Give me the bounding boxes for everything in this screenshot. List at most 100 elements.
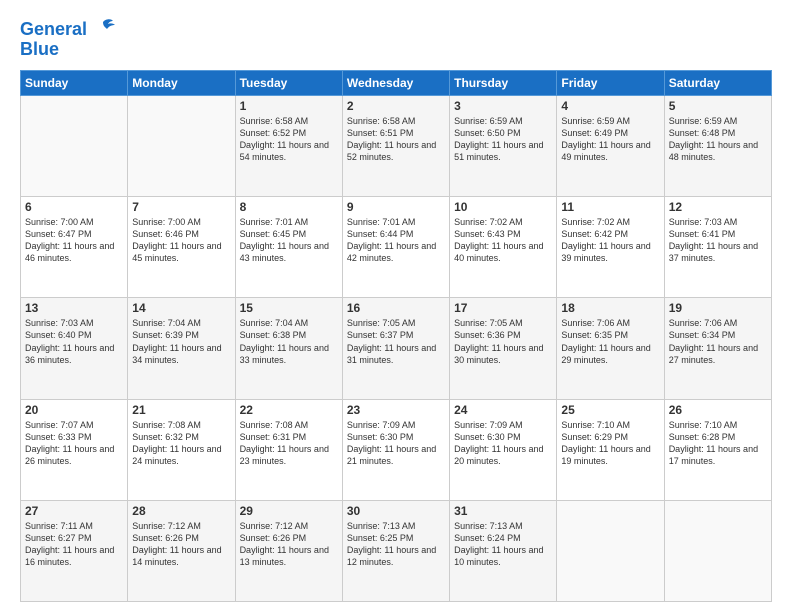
calendar-cell: 2 Sunrise: 6:58 AM Sunset: 6:51 PM Daylig… — [342, 95, 449, 196]
week-row-4: 20 Sunrise: 7:07 AM Sunset: 6:33 PM Dayli… — [21, 399, 772, 500]
calendar-header: SundayMondayTuesdayWednesdayThursdayFrid… — [21, 70, 772, 95]
day-info: Sunrise: 7:06 AM Sunset: 6:35 PM Dayligh… — [561, 317, 659, 366]
day-number: 20 — [25, 403, 123, 417]
day-number: 23 — [347, 403, 445, 417]
weekday-header-sunday: Sunday — [21, 70, 128, 95]
day-number: 4 — [561, 99, 659, 113]
page: General Blue SundayMondayTuesdayWednesda… — [0, 0, 792, 612]
calendar-cell: 14Sunrise: 7:04 AM Sunset: 6:39 PM Dayli… — [128, 298, 235, 399]
weekday-header-friday: Friday — [557, 70, 664, 95]
day-info: Sunrise: 7:02 AM Sunset: 6:42 PM Dayligh… — [561, 216, 659, 265]
calendar-cell: 25 Sunrise: 7:10 AM Sunset: 6:29 PM Dayli… — [557, 399, 664, 500]
day-info: Sunrise: 7:07 AM Sunset: 6:33 PM Dayligh… — [25, 419, 123, 468]
calendar-cell: 22Sunrise: 7:08 AM Sunset: 6:31 PM Dayli… — [235, 399, 342, 500]
calendar-cell: 19Sunrise: 7:06 AM Sunset: 6:34 PM Dayli… — [664, 298, 771, 399]
calendar-cell: 16Sunrise: 7:05 AM Sunset: 6:37 PM Dayli… — [342, 298, 449, 399]
day-number: 25 — [561, 403, 659, 417]
week-row-3: 13 Sunrise: 7:03 AM Sunset: 6:40 PM Dayli… — [21, 298, 772, 399]
week-row-2: 6 Sunrise: 7:00 AM Sunset: 6:47 PM Daylig… — [21, 197, 772, 298]
day-number: 21 — [132, 403, 230, 417]
calendar-cell: 6 Sunrise: 7:00 AM Sunset: 6:47 PM Daylig… — [21, 197, 128, 298]
logo-bird-icon — [89, 16, 117, 44]
weekday-header-wednesday: Wednesday — [342, 70, 449, 95]
day-info: Sunrise: 7:13 AM Sunset: 6:24 PM Dayligh… — [454, 520, 552, 569]
day-number: 10 — [454, 200, 552, 214]
calendar-cell: 15Sunrise: 7:04 AM Sunset: 6:38 PM Dayli… — [235, 298, 342, 399]
day-number: 7 — [132, 200, 230, 214]
day-info: Sunrise: 7:12 AM Sunset: 6:26 PM Dayligh… — [132, 520, 230, 569]
calendar-cell: 30 Sunrise: 7:13 AM Sunset: 6:25 PM Dayli… — [342, 500, 449, 601]
day-info: Sunrise: 7:05 AM Sunset: 6:36 PM Dayligh… — [454, 317, 552, 366]
day-info: Sunrise: 7:01 AM Sunset: 6:45 PM Dayligh… — [240, 216, 338, 265]
day-info: Sunrise: 7:00 AM Sunset: 6:46 PM Dayligh… — [132, 216, 230, 265]
day-info: Sunrise: 6:58 AM Sunset: 6:52 PM Dayligh… — [240, 115, 338, 164]
calendar-cell: 8 Sunrise: 7:01 AM Sunset: 6:45 PM Daylig… — [235, 197, 342, 298]
calendar-cell: 12Sunrise: 7:03 AM Sunset: 6:41 PM Dayli… — [664, 197, 771, 298]
calendar-cell: 28 Sunrise: 7:12 AM Sunset: 6:26 PM Dayli… — [128, 500, 235, 601]
header: General Blue — [20, 16, 772, 60]
weekday-header-saturday: Saturday — [664, 70, 771, 95]
calendar-cell: 18 Sunrise: 7:06 AM Sunset: 6:35 PM Dayli… — [557, 298, 664, 399]
day-number: 14 — [132, 301, 230, 315]
calendar-cell: 9Sunrise: 7:01 AM Sunset: 6:44 PM Daylig… — [342, 197, 449, 298]
calendar-cell: 24Sunrise: 7:09 AM Sunset: 6:30 PM Dayli… — [450, 399, 557, 500]
day-info: Sunrise: 6:59 AM Sunset: 6:48 PM Dayligh… — [669, 115, 767, 164]
day-number: 28 — [132, 504, 230, 518]
calendar-cell: 4 Sunrise: 6:59 AM Sunset: 6:49 PM Daylig… — [557, 95, 664, 196]
weekday-header-monday: Monday — [128, 70, 235, 95]
day-number: 9 — [347, 200, 445, 214]
week-row-5: 27 Sunrise: 7:11 AM Sunset: 6:27 PM Dayli… — [21, 500, 772, 601]
day-info: Sunrise: 7:06 AM Sunset: 6:34 PM Dayligh… — [669, 317, 767, 366]
day-number: 11 — [561, 200, 659, 214]
day-info: Sunrise: 7:03 AM Sunset: 6:40 PM Dayligh… — [25, 317, 123, 366]
calendar-cell — [21, 95, 128, 196]
calendar-cell: 5 Sunrise: 6:59 AM Sunset: 6:48 PM Daylig… — [664, 95, 771, 196]
day-info: Sunrise: 7:05 AM Sunset: 6:37 PM Dayligh… — [347, 317, 445, 366]
day-number: 24 — [454, 403, 552, 417]
calendar-cell — [128, 95, 235, 196]
calendar-cell: 17 Sunrise: 7:05 AM Sunset: 6:36 PM Dayli… — [450, 298, 557, 399]
day-info: Sunrise: 6:58 AM Sunset: 6:51 PM Dayligh… — [347, 115, 445, 164]
day-info: Sunrise: 7:12 AM Sunset: 6:26 PM Dayligh… — [240, 520, 338, 569]
calendar-cell: 27 Sunrise: 7:11 AM Sunset: 6:27 PM Dayli… — [21, 500, 128, 601]
day-number: 8 — [240, 200, 338, 214]
day-number: 29 — [240, 504, 338, 518]
calendar-cell: 7 Sunrise: 7:00 AM Sunset: 6:46 PM Daylig… — [128, 197, 235, 298]
calendar-body: 1 Sunrise: 6:58 AM Sunset: 6:52 PM Daylig… — [21, 95, 772, 601]
day-number: 1 — [240, 99, 338, 113]
calendar-cell — [664, 500, 771, 601]
day-number: 30 — [347, 504, 445, 518]
day-number: 18 — [561, 301, 659, 315]
day-info: Sunrise: 7:02 AM Sunset: 6:43 PM Dayligh… — [454, 216, 552, 265]
weekday-header-row: SundayMondayTuesdayWednesdayThursdayFrid… — [21, 70, 772, 95]
day-info: Sunrise: 7:10 AM Sunset: 6:29 PM Dayligh… — [561, 419, 659, 468]
calendar-cell: 26Sunrise: 7:10 AM Sunset: 6:28 PM Dayli… — [664, 399, 771, 500]
day-info: Sunrise: 7:10 AM Sunset: 6:28 PM Dayligh… — [669, 419, 767, 468]
day-number: 27 — [25, 504, 123, 518]
calendar-cell: 23Sunrise: 7:09 AM Sunset: 6:30 PM Dayli… — [342, 399, 449, 500]
day-info: Sunrise: 7:11 AM Sunset: 6:27 PM Dayligh… — [25, 520, 123, 569]
day-info: Sunrise: 7:00 AM Sunset: 6:47 PM Dayligh… — [25, 216, 123, 265]
calendar-cell: 21 Sunrise: 7:08 AM Sunset: 6:32 PM Dayli… — [128, 399, 235, 500]
day-number: 2 — [347, 99, 445, 113]
weekday-header-thursday: Thursday — [450, 70, 557, 95]
day-number: 17 — [454, 301, 552, 315]
calendar-cell: 10 Sunrise: 7:02 AM Sunset: 6:43 PM Dayli… — [450, 197, 557, 298]
day-info: Sunrise: 7:08 AM Sunset: 6:32 PM Dayligh… — [132, 419, 230, 468]
day-info: Sunrise: 6:59 AM Sunset: 6:50 PM Dayligh… — [454, 115, 552, 164]
day-number: 3 — [454, 99, 552, 113]
calendar-cell: 3 Sunrise: 6:59 AM Sunset: 6:50 PM Daylig… — [450, 95, 557, 196]
day-info: Sunrise: 6:59 AM Sunset: 6:49 PM Dayligh… — [561, 115, 659, 164]
day-number: 5 — [669, 99, 767, 113]
day-info: Sunrise: 7:13 AM Sunset: 6:25 PM Dayligh… — [347, 520, 445, 569]
calendar-cell: 29 Sunrise: 7:12 AM Sunset: 6:26 PM Dayli… — [235, 500, 342, 601]
calendar-cell: 31 Sunrise: 7:13 AM Sunset: 6:24 PM Dayli… — [450, 500, 557, 601]
day-number: 13 — [25, 301, 123, 315]
calendar-cell — [557, 500, 664, 601]
day-number: 31 — [454, 504, 552, 518]
weekday-header-tuesday: Tuesday — [235, 70, 342, 95]
calendar-table: SundayMondayTuesdayWednesdayThursdayFrid… — [20, 70, 772, 602]
logo-text2: Blue — [20, 40, 59, 60]
day-number: 6 — [25, 200, 123, 214]
calendar-cell: 1 Sunrise: 6:58 AM Sunset: 6:52 PM Daylig… — [235, 95, 342, 196]
